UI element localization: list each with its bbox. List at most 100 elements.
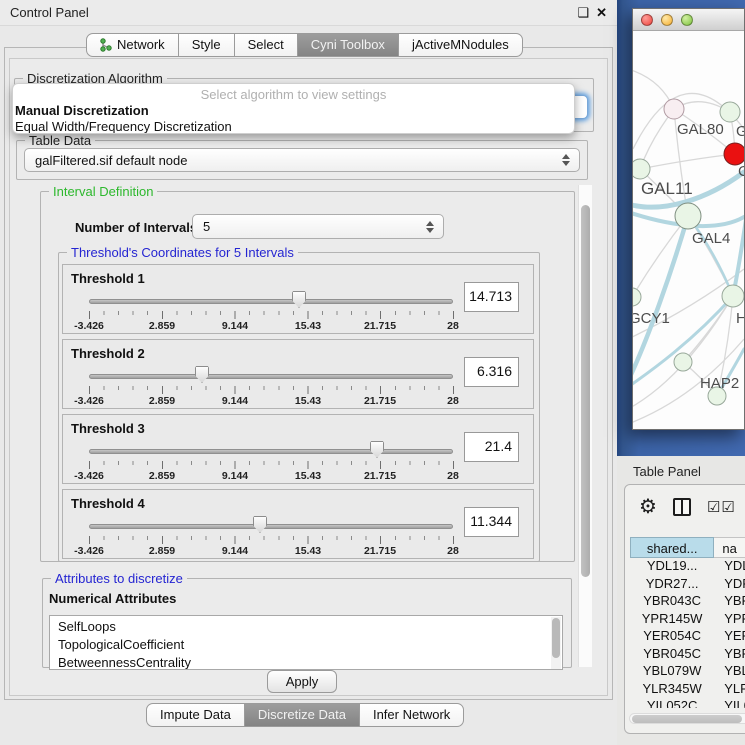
control-panel-titlebar: Control Panel ❑ ✕: [0, 0, 617, 26]
threshold-4-box: Threshold 4 -3.426 2.859 9.144 15.43 21.…: [62, 489, 534, 559]
table-panel-title: Table Panel: [633, 464, 701, 479]
table-row[interactable]: YLR345WYLR3: [630, 681, 745, 699]
tick-label: 9.144: [222, 470, 248, 482]
tab-impute-data[interactable]: Impute Data: [146, 703, 245, 727]
table-panel-card: ⚙ ☑☑ shared... na YDL19...YDL1 YDR27...Y…: [624, 484, 745, 734]
apply-button[interactable]: Apply: [267, 670, 337, 693]
tab-network[interactable]: Network: [86, 33, 179, 57]
node-label-gal80: GAL80: [677, 121, 724, 138]
threshold-3-slider-track[interactable]: [89, 449, 453, 454]
threshold-4-value-field[interactable]: 11.344: [464, 507, 519, 537]
threshold-3-value-field[interactable]: 21.4: [464, 432, 519, 462]
threshold-2-slider-thumb[interactable]: [195, 366, 209, 383]
threshold-1-box: Threshold 1 -3.426 2.859 9.144 15.43 21.…: [62, 264, 534, 334]
threshold-2-value-field[interactable]: 6.316: [464, 357, 519, 387]
tick-label: 15.43: [295, 545, 321, 557]
node-gal4[interactable]: [675, 203, 701, 229]
threshold-4-slider-track[interactable]: [89, 524, 453, 529]
gear-icon[interactable]: ⚙: [639, 497, 657, 517]
float-window-icon[interactable]: ❑: [577, 5, 589, 21]
screen: Control Panel ❑ ✕ Network Style Select C…: [0, 0, 745, 745]
number-of-intervals-spinner[interactable]: 5: [192, 214, 444, 239]
tick-label: 28: [447, 545, 459, 557]
node-top-right[interactable]: [720, 102, 740, 122]
list-item[interactable]: BetweennessCentrality: [58, 654, 562, 670]
table-row[interactable]: YIL052CYIL0: [630, 698, 745, 708]
tick-label: 21.715: [364, 320, 396, 332]
threshold-4-label: Threshold 4: [71, 496, 145, 511]
thresholds-group-label: Threshold's Coordinates for 5 Intervals: [67, 245, 298, 260]
attributes-list-scrollbar[interactable]: [551, 617, 561, 670]
column-header-shared-name[interactable]: shared...: [630, 537, 714, 558]
list-item[interactable]: SelfLoops: [58, 618, 562, 636]
threshold-1-slider-thumb[interactable]: [292, 291, 306, 308]
select-columns-icon[interactable]: ☑☑: [707, 498, 736, 516]
dropdown-option-manual[interactable]: Manual Discretization: [13, 102, 574, 118]
table-panel: Table Panel ⚙ ☑☑ shared... na YDL19...YD…: [617, 456, 745, 745]
close-icon[interactable]: ✕: [596, 5, 607, 21]
settings-scrollbar-track[interactable]: [578, 185, 592, 667]
minimize-traffic-light-icon[interactable]: [661, 14, 673, 26]
tick-label: 2.859: [149, 470, 175, 482]
zoom-traffic-light-icon[interactable]: [681, 14, 693, 26]
number-of-intervals-label: Number of Intervals: [75, 220, 197, 235]
table-data-selected-value: galFiltered.sif default node: [35, 153, 187, 168]
threshold-3-slider-thumb[interactable]: [370, 441, 384, 458]
table-header-row: shared... na: [630, 537, 745, 558]
close-traffic-light-icon[interactable]: [641, 14, 653, 26]
node-h[interactable]: [722, 285, 744, 307]
columns-icon[interactable]: [673, 498, 691, 516]
threshold-2-slider-track[interactable]: [89, 374, 453, 379]
dropdown-prompt: Select algorithm to view settings: [13, 84, 574, 102]
table-data-label: Table Data: [25, 133, 95, 148]
column-header-name[interactable]: na: [714, 537, 745, 558]
tick-label: 9.144: [222, 545, 248, 557]
tick-label: 9.144: [222, 395, 248, 407]
network-canvas[interactable]: GAL80 GA C GAL11 GAL4 GCY1 H HAP2: [633, 31, 744, 430]
table-hscrollbar-track[interactable]: [629, 713, 745, 724]
combo-stepper-icon: [562, 149, 570, 171]
tick-label: 15.43: [295, 320, 321, 332]
dropdown-option-equal-width[interactable]: Equal Width/Frequency Discretization: [13, 118, 574, 134]
node-gal11[interactable]: [633, 159, 650, 179]
node-label-gal4: GAL4: [692, 230, 730, 247]
table-row[interactable]: YPR145WYPR1: [630, 611, 745, 629]
tab-cyni-toolbox[interactable]: Cyni Toolbox: [297, 33, 399, 57]
node-table: shared... na YDL19...YDL1 YDR27...YDR2 Y…: [630, 537, 745, 708]
node-hap2[interactable]: [674, 353, 692, 371]
table-row[interactable]: YDL19...YDL1: [630, 558, 745, 576]
tick-label: 2.859: [149, 545, 175, 557]
table-row[interactable]: YBL079WYBL0: [630, 663, 745, 681]
network-view-window: GAL80 GA C GAL11 GAL4 GCY1 H HAP2: [632, 8, 745, 430]
tick-label: 21.715: [364, 395, 396, 407]
tab-style[interactable]: Style: [178, 33, 235, 57]
node-gcy1[interactable]: [633, 288, 641, 306]
tick-label: -3.426: [74, 395, 104, 407]
list-item[interactable]: TopologicalCoefficient: [58, 636, 562, 654]
spinner-stepper-icon: [426, 215, 434, 238]
tab-discretize-data[interactable]: Discretize Data: [244, 703, 360, 727]
network-nodes[interactable]: [633, 99, 744, 405]
settings-scrollbar-thumb[interactable]: [581, 205, 590, 577]
numerical-attributes-list[interactable]: SelfLoops TopologicalCoefficient Between…: [49, 615, 563, 670]
node-label-gcy1: GCY1: [633, 310, 670, 327]
table-row[interactable]: YDR27...YDR2: [630, 576, 745, 594]
table-row[interactable]: YER054CYER0: [630, 628, 745, 646]
tab-select[interactable]: Select: [234, 33, 298, 57]
threshold-1-value-field[interactable]: 14.713: [464, 282, 519, 312]
node-gal80[interactable]: [664, 99, 684, 119]
tick-label: 28: [447, 470, 459, 482]
table-data-combobox[interactable]: galFiltered.sif default node: [24, 148, 580, 172]
tab-jactivemnodules[interactable]: jActiveMNodules: [398, 33, 523, 57]
table-row[interactable]: YBR043CYBR0: [630, 593, 745, 611]
top-tab-bar: Network Style Select Cyni Toolbox jActiv…: [86, 33, 523, 57]
table-row[interactable]: YBR045CYBR0: [630, 646, 745, 664]
tick-label: 21.715: [364, 545, 396, 557]
tick-label: -3.426: [74, 545, 104, 557]
tab-infer-network[interactable]: Infer Network: [359, 703, 464, 727]
table-hscrollbar-thumb[interactable]: [632, 715, 742, 723]
threshold-1-slider-track[interactable]: [89, 299, 453, 304]
threshold-4-slider-thumb[interactable]: [253, 516, 267, 533]
tick-label: 21.715: [364, 470, 396, 482]
node-red-selected[interactable]: [724, 143, 744, 165]
